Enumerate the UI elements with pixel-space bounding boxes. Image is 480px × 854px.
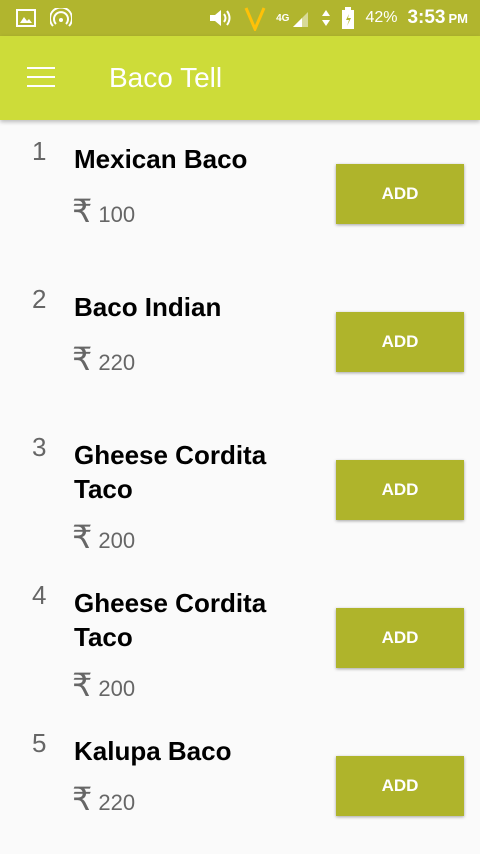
price-value: 200 xyxy=(98,676,136,701)
item-price: ₹ 220 xyxy=(72,340,135,378)
price-value: 200 xyxy=(98,528,136,553)
rupee-icon: ₹ xyxy=(72,193,93,229)
rupee-icon: ₹ xyxy=(72,781,93,817)
price-value: 220 xyxy=(98,350,136,375)
item-name: Baco Indian xyxy=(74,292,222,322)
item-number: 5 xyxy=(32,728,47,758)
item-price: ₹ 200 xyxy=(72,666,135,704)
item-number: 2 xyxy=(32,284,47,314)
data-arrows-icon xyxy=(322,10,331,26)
item-number: 4 xyxy=(32,580,47,610)
hamburger-menu-icon[interactable] xyxy=(27,67,57,89)
add-button[interactable]: ADD xyxy=(336,608,464,668)
signal-icon xyxy=(293,12,309,27)
status-bar-right: 4G 42% 3:53 PM xyxy=(208,0,468,36)
battery-percent: 42% xyxy=(365,9,398,26)
rupee-icon: ₹ xyxy=(72,341,93,377)
image-icon xyxy=(16,9,36,27)
rupee-icon: ₹ xyxy=(72,667,93,703)
item-number: 3 xyxy=(32,432,47,462)
app-title: Baco Tell xyxy=(109,62,223,93)
item-price: ₹ 100 xyxy=(72,192,135,230)
add-button[interactable]: ADD xyxy=(336,460,464,520)
rupee-icon: ₹ xyxy=(72,519,93,555)
add-button[interactable]: ADD xyxy=(336,756,464,816)
add-button[interactable]: ADD xyxy=(336,164,464,224)
vodafone-icon xyxy=(244,7,266,31)
add-button[interactable]: ADD xyxy=(336,312,464,372)
volume-icon xyxy=(210,10,231,26)
item-name: Kalupa Baco xyxy=(74,736,232,766)
app-toolbar: Baco Tell xyxy=(0,36,480,120)
network-type: 4G xyxy=(276,12,290,24)
clock: 3:53 PM xyxy=(407,7,468,29)
status-bar: 4G 42% 3:53 PM xyxy=(0,0,480,36)
item-name: Mexican Baco xyxy=(74,144,248,174)
item-name: Gheese Cordita Taco xyxy=(74,440,267,504)
price-value: 220 xyxy=(98,790,136,815)
item-number: 1 xyxy=(32,136,47,166)
status-bar-left xyxy=(16,8,72,28)
clock-time: 3:53 xyxy=(407,7,446,28)
item-price: ₹ 200 xyxy=(72,518,135,556)
item-name: Gheese Cordita Taco xyxy=(74,588,267,652)
item-price: ₹ 220 xyxy=(72,780,135,818)
battery-icon xyxy=(342,7,355,29)
hotspot-icon xyxy=(50,8,72,27)
clock-ampm: PM xyxy=(448,11,469,26)
price-value: 100 xyxy=(98,202,136,227)
